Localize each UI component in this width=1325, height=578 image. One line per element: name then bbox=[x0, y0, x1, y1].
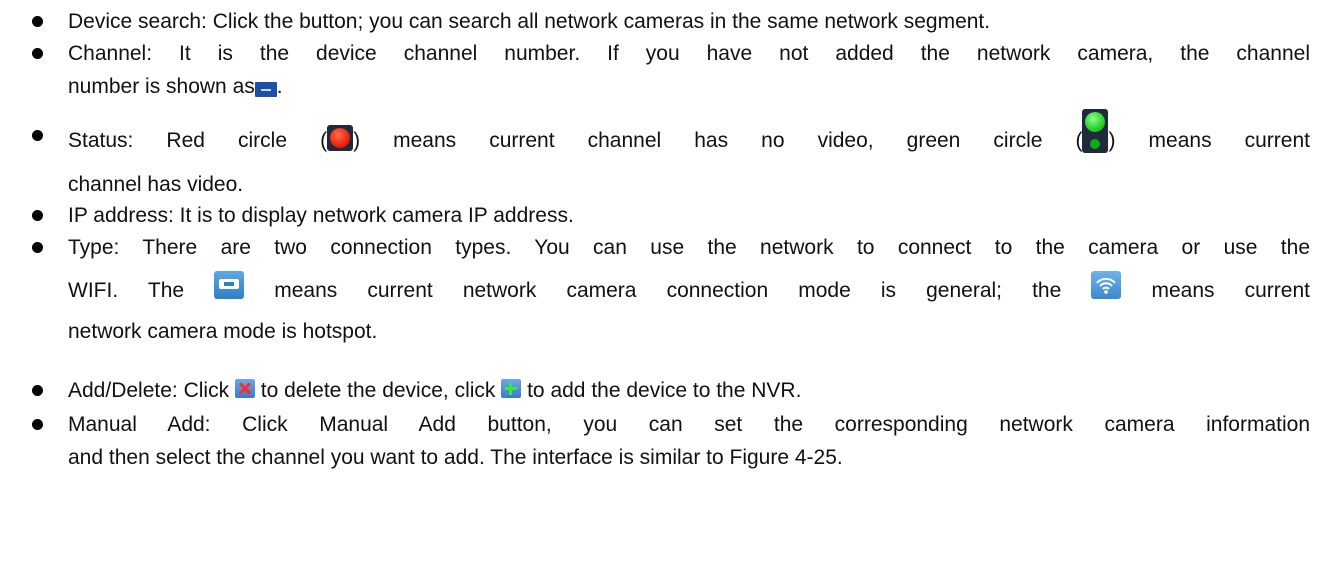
item-text: IP address: It is to display network cam… bbox=[68, 204, 574, 227]
bullet bbox=[32, 48, 43, 59]
item-text-span: Status: Red circle ( bbox=[68, 129, 328, 152]
bullet bbox=[32, 210, 43, 221]
item-line: number is shown as. bbox=[68, 70, 1310, 103]
item-text-span: ) means current bbox=[1108, 129, 1310, 152]
wifi-hotspot-icon bbox=[1091, 271, 1122, 300]
green-circle-icon bbox=[1082, 109, 1109, 154]
item-line: Manual Add: Click Manual Add button, you… bbox=[68, 413, 1310, 436]
network-connection-icon bbox=[214, 271, 245, 300]
bullet bbox=[32, 385, 43, 396]
item-line: Status: Red circle ( ) means current chan… bbox=[68, 109, 1310, 163]
item-line: and then select the channel you want to … bbox=[68, 446, 843, 469]
item-text-span: to add the device to the NVR. bbox=[527, 379, 802, 402]
channel-number-icon bbox=[254, 81, 277, 97]
item-text: Manual Add: Click Manual Add button, you… bbox=[68, 408, 1310, 474]
delete-icon bbox=[234, 378, 255, 398]
item-line: Channel: It is the device channel number… bbox=[68, 42, 1310, 65]
bullet bbox=[32, 419, 43, 430]
bullet bbox=[32, 130, 43, 141]
item-text-span: means current network camera connection … bbox=[274, 279, 1062, 302]
item-line: Type: There are two connection types. Yo… bbox=[68, 236, 1310, 259]
item-text-span: . bbox=[276, 75, 283, 98]
item-text: Add/Delete: Click to delete the device, … bbox=[68, 374, 1310, 407]
add-icon bbox=[501, 378, 522, 398]
item-text-span: Add/Delete: Click bbox=[68, 379, 230, 402]
red-circle-icon bbox=[327, 125, 354, 152]
item-text-span: number is shown as bbox=[68, 75, 255, 98]
item-text-span: ) means current channel has no video, gr… bbox=[353, 129, 1083, 152]
item-text-span: to delete the device, click bbox=[260, 379, 496, 402]
item-line: WIFI. The means current network camera c… bbox=[68, 267, 1310, 315]
bullet bbox=[32, 16, 43, 27]
item-line: network camera mode is hotspot. bbox=[68, 320, 378, 343]
item-text-span: WIFI. The bbox=[68, 279, 185, 302]
item-text: Channel: It is the device channel number… bbox=[68, 37, 1310, 103]
item-text: Status: Red circle ( ) means current chan… bbox=[68, 109, 1310, 207]
bullet bbox=[32, 242, 43, 253]
item-text: Type: There are two connection types. Yo… bbox=[68, 231, 1310, 348]
item-text-span: means current bbox=[1151, 279, 1310, 302]
item-text: Device search: Click the button; you can… bbox=[68, 10, 991, 33]
